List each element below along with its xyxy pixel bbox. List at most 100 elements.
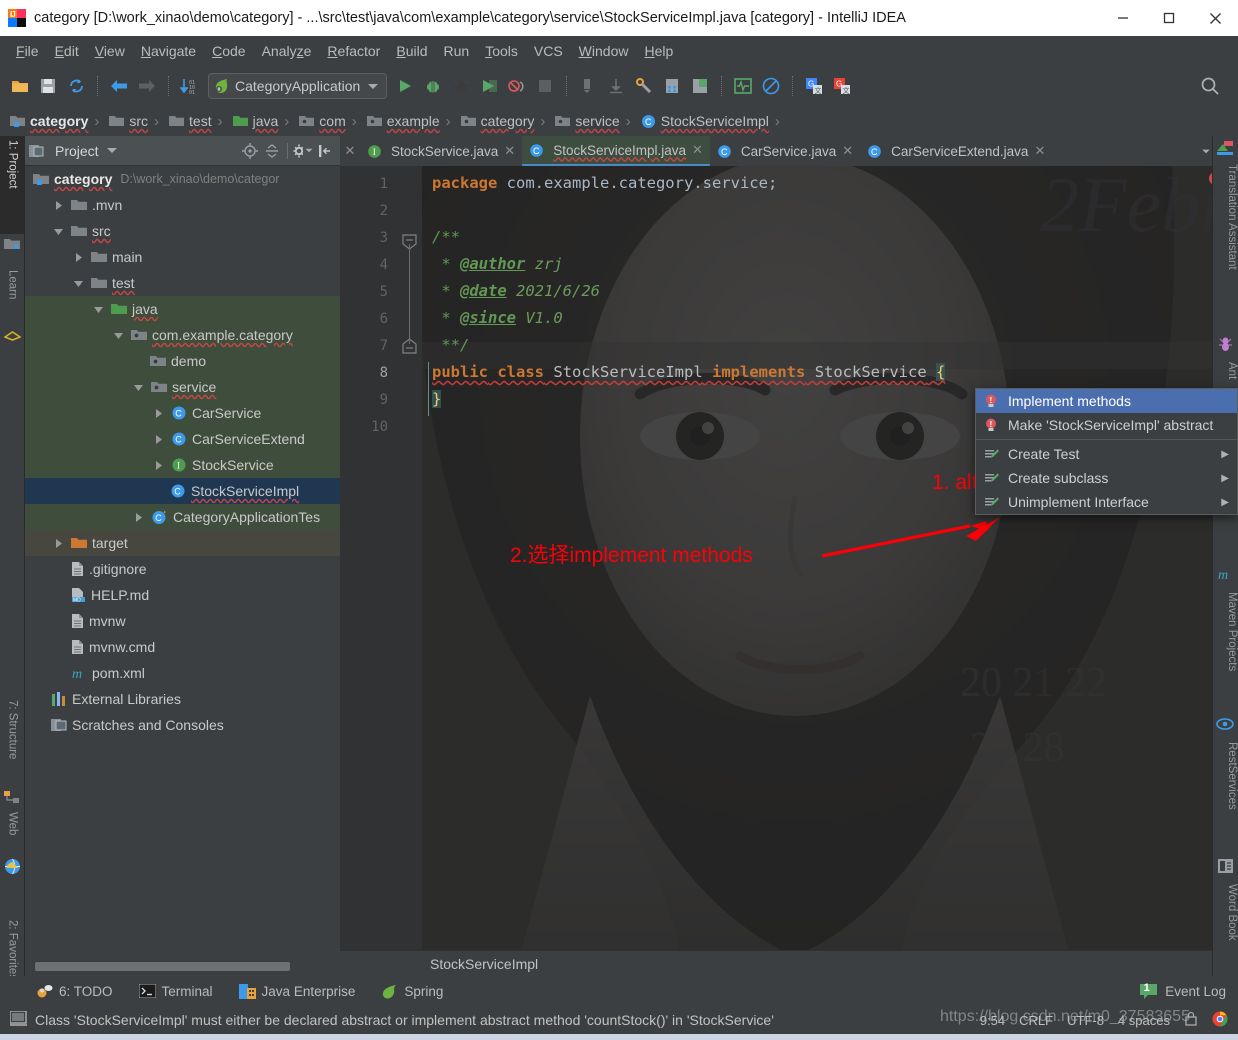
file-encoding[interactable]: UTF-8 <box>1067 1013 1104 1028</box>
sidebar-item-translation-assistant[interactable]: Translation Assistant <box>1212 160 1238 315</box>
breadcrumb-item-com[interactable]: com › <box>295 109 362 133</box>
close-button[interactable] <box>1192 0 1238 36</box>
bottom-item-spring[interactable]: Spring <box>381 984 443 999</box>
tree-row-gitignore[interactable]: .gitignore <box>25 556 340 582</box>
commit-icon[interactable] <box>602 72 630 100</box>
google-translate-blue-icon[interactable]: G文 <box>800 72 828 100</box>
sync-refresh-icon[interactable] <box>62 72 90 100</box>
chevron-down-icon[interactable] <box>1202 149 1211 153</box>
sidebar-item-learn[interactable]: Learn <box>0 266 25 326</box>
hide-panel-icon[interactable] <box>314 140 336 162</box>
breadcrumb-item-test[interactable]: test › <box>165 109 229 133</box>
chevron-right-icon[interactable] <box>51 538 65 548</box>
profile-icon[interactable] <box>475 72 503 100</box>
search-everywhere-icon[interactable] <box>1196 72 1224 100</box>
tree-row-mvn[interactable]: .mvn <box>25 192 340 218</box>
chevron-right-icon[interactable]: ▶ <box>1221 497 1229 508</box>
editor-breadcrumb[interactable]: StockServiceImpl <box>340 950 1238 976</box>
chevron-down-icon[interactable] <box>71 279 85 288</box>
caret-position[interactable]: 9:54 <box>980 1013 1005 1028</box>
breadcrumb-item-stockserviceimpl[interactable]: C StockServiceImpl › <box>637 109 786 133</box>
chevron-right-icon[interactable] <box>51 200 65 210</box>
tree-row-help-md[interactable]: MD HELP.md <box>25 582 340 608</box>
menu-code[interactable]: Code <box>204 40 253 62</box>
chevron-down-icon[interactable] <box>106 148 117 153</box>
menu-tools[interactable]: Tools <box>477 40 526 62</box>
sidebar-item-project[interactable]: 1: Project <box>0 136 25 234</box>
menu-refactor[interactable]: Refactor <box>319 40 388 62</box>
breadcrumb-item-service[interactable]: service › <box>551 109 636 133</box>
close-icon[interactable]: ✕ <box>504 143 515 159</box>
chrome-browser-icon[interactable] <box>1212 1011 1228 1030</box>
chevron-down-icon[interactable] <box>51 227 65 236</box>
sidebar-item-maven-projects[interactable]: Maven Projects <box>1212 588 1238 698</box>
editor-tab-carservice-java[interactable]: C CarService.java ✕ <box>710 136 860 166</box>
breadcrumb-item-example[interactable]: example › <box>363 109 457 133</box>
editor-tab-stockservice-java[interactable]: I StockService.java ✕ <box>360 136 522 166</box>
intention-actions-popup[interactable]: ! Implement methods ! Make 'StockService… <box>975 388 1238 515</box>
maximize-button[interactable] <box>1146 0 1192 36</box>
menu-navigate[interactable]: Navigate <box>133 40 204 62</box>
bottom-item-terminal[interactable]: Terminal <box>138 984 213 999</box>
close-icon[interactable]: ✕ <box>1034 143 1045 159</box>
editor-gutter[interactable]: 1 2 3 4 5 6 7 8 9 10 <box>340 166 422 956</box>
run-configuration-selector[interactable]: CategoryApplication <box>208 73 388 99</box>
tree-row-com-example-category[interactable]: com.example.category <box>25 322 340 348</box>
settings-wrench-icon[interactable] <box>630 72 658 100</box>
back-arrow-icon[interactable] <box>105 72 133 100</box>
breadcrumb-item-java[interactable]: java › <box>229 109 296 133</box>
tree-row-java[interactable]: java <box>25 296 340 322</box>
tree-row-carserviceextend[interactable]: C CarServiceExtend <box>25 426 340 452</box>
run-with-coverage-icon[interactable] <box>447 72 475 100</box>
open-folder-icon[interactable] <box>6 72 34 100</box>
tree-row-demo[interactable]: demo <box>25 348 340 374</box>
menu-help[interactable]: Help <box>636 40 681 62</box>
tree-row-pom-xml[interactable]: m pom.xml <box>25 660 340 686</box>
chevron-down-icon[interactable] <box>368 83 379 89</box>
menu-file[interactable]: File <box>8 40 47 62</box>
close-icon[interactable]: ✕ <box>692 142 703 158</box>
structure-icon[interactable] <box>658 72 686 100</box>
close-icon[interactable]: ✕ <box>842 143 853 159</box>
activity-monitor-icon[interactable] <box>729 72 757 100</box>
update-project-icon[interactable] <box>574 72 602 100</box>
menu-view[interactable]: View <box>87 40 133 62</box>
minimize-button[interactable] <box>1100 0 1146 36</box>
run-icon[interactable] <box>391 72 419 100</box>
menu-edit[interactable]: Edit <box>47 40 87 62</box>
debug-icon[interactable] <box>419 72 447 100</box>
chevron-down-icon[interactable] <box>111 331 125 340</box>
chevron-down-icon[interactable] <box>91 305 105 314</box>
breadcrumb-item-category[interactable]: category › <box>6 109 105 133</box>
tree-row-mvnw-cmd[interactable]: mvnw.cmd <box>25 634 340 660</box>
scrollbar-thumb[interactable] <box>35 961 290 971</box>
editor-tab-stockserviceimpl-java[interactable]: C StockServiceImpl.java ✕ <box>522 136 710 166</box>
tree-row-target[interactable]: target <box>25 530 340 556</box>
tree-row-categoryapplicationtests[interactable]: C CategoryApplicationTes <box>25 504 340 530</box>
indent-setting[interactable]: 4 spaces <box>1118 1013 1170 1028</box>
collapse-all-icon[interactable] <box>261 140 283 162</box>
stop-square-icon[interactable] <box>531 72 559 100</box>
project-panel-horizontal-scrollbar[interactable] <box>25 956 340 976</box>
tree-row-mvnw[interactable]: mvnw <box>25 608 340 634</box>
chevron-right-icon[interactable] <box>151 408 165 418</box>
menu-item-unimplement-interface[interactable]: Unimplement Interface ▶ <box>976 490 1237 514</box>
chevron-right-icon[interactable]: ▶ <box>1221 449 1229 460</box>
tree-row-test[interactable]: test <box>25 270 340 296</box>
chevron-right-icon[interactable] <box>151 460 165 470</box>
sidebar-item-web[interactable]: Web <box>0 808 25 856</box>
forward-arrow-icon[interactable] <box>133 72 161 100</box>
event-log-button[interactable]: 1 Event Log <box>1139 982 1226 1000</box>
tree-row-src[interactable]: src <box>25 218 340 244</box>
tree-row-carservice[interactable]: C CarService <box>25 400 340 426</box>
menu-window[interactable]: Window <box>571 40 637 62</box>
no-access-icon[interactable] <box>757 72 785 100</box>
menu-vcs[interactable]: VCS <box>526 40 571 62</box>
menu-item-make-abstract[interactable]: ! Make 'StockServiceImpl' abstract <box>976 413 1237 437</box>
tabs-close-icon[interactable]: ✕ <box>340 136 360 166</box>
menu-analyze[interactable]: Analyze <box>254 40 320 62</box>
compile-icon[interactable]: 01 10 01 <box>176 72 204 100</box>
line-separator[interactable]: CRLF <box>1019 1013 1053 1028</box>
editor-tab-carserviceextend-java[interactable]: C CarServiceExtend.java ✕ <box>860 136 1052 166</box>
stop-icon[interactable] <box>503 72 531 100</box>
